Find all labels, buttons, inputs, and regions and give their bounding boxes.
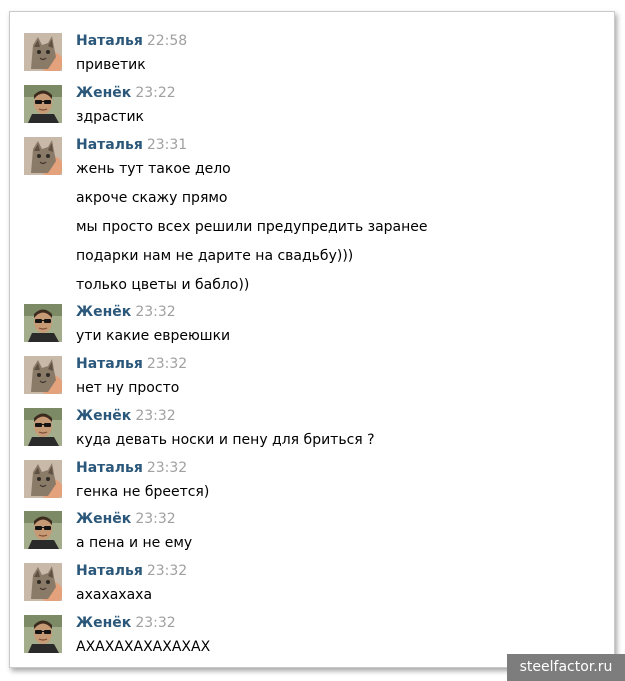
chat-history: Наталья 22:58 приветик Женёк 23:22 здрасти… — [9, 11, 615, 668]
message-text: генка не бреется) — [76, 484, 210, 500]
author-name[interactable]: Наталья — [76, 563, 143, 579]
message-time[interactable]: 23:32 — [135, 511, 175, 527]
watermark: steelfactor.ru — [507, 654, 625, 681]
message-time[interactable]: 23:32 — [147, 356, 187, 372]
message-text: куда девать носки и пену для бриться ? — [76, 432, 375, 448]
message-text: подарки нам не дарите на свадьбу))) — [76, 248, 354, 264]
man-sunglasses-avatar[interactable] — [24, 85, 62, 123]
author-line: Наталья 23:31 — [76, 134, 187, 154]
author-name[interactable]: Женёк — [76, 85, 131, 101]
message-text: здрастик — [76, 109, 144, 125]
message-time[interactable]: 23:32 — [147, 563, 187, 579]
author-line: Женёк 23:32 — [76, 405, 176, 425]
cat-avatar[interactable] — [24, 33, 62, 71]
author-name[interactable]: Женёк — [76, 304, 131, 320]
message-text: жень тут такое дело — [76, 161, 231, 177]
message-time[interactable]: 23:22 — [135, 85, 175, 101]
message-text: только цветы и бабло)) — [76, 277, 250, 293]
message-text: ахахахаха — [76, 587, 153, 603]
author-line: Наталья 23:32 — [76, 353, 187, 373]
man-sunglasses-avatar[interactable] — [24, 304, 62, 342]
message-text: ути какие евреюшки — [76, 328, 231, 344]
author-name[interactable]: Женёк — [76, 408, 131, 424]
message-text: приветик — [76, 57, 146, 73]
author-name[interactable]: Наталья — [76, 356, 143, 372]
author-line: Наталья 22:58 — [76, 30, 187, 50]
message-time[interactable]: 23:31 — [147, 137, 187, 153]
man-sunglasses-avatar[interactable] — [24, 511, 62, 549]
message-time[interactable]: 22:58 — [147, 33, 187, 49]
author-line: Женёк 23:32 — [76, 508, 176, 528]
author-name[interactable]: Женёк — [76, 511, 131, 527]
author-line: Наталья 23:32 — [76, 457, 187, 477]
author-name[interactable]: Наталья — [76, 137, 143, 153]
message-time[interactable]: 23:32 — [147, 460, 187, 476]
author-name[interactable]: Наталья — [76, 460, 143, 476]
message-text: нет ну просто — [76, 380, 180, 396]
message-text: а пена и не ему — [76, 535, 193, 551]
message-text: мы просто всех решили предупредить заран… — [76, 219, 428, 235]
author-line: Наталья 23:32 — [76, 560, 187, 580]
message-text: АХАХАХАХАХАХАХ — [76, 639, 211, 655]
message-time[interactable]: 23:32 — [135, 615, 175, 631]
message-time[interactable]: 23:32 — [135, 304, 175, 320]
man-sunglasses-avatar[interactable] — [24, 615, 62, 653]
author-line: Женёк 23:32 — [76, 612, 176, 632]
author-line: Женёк 23:22 — [76, 82, 176, 102]
author-line: Женёк 23:32 — [76, 301, 176, 321]
author-name[interactable]: Женёк — [76, 615, 131, 631]
cat-avatar[interactable] — [24, 356, 62, 394]
man-sunglasses-avatar[interactable] — [24, 408, 62, 446]
message-text: акроче скажу прямо — [76, 190, 228, 206]
cat-avatar[interactable] — [24, 460, 62, 498]
cat-avatar[interactable] — [24, 563, 62, 601]
message-time[interactable]: 23:32 — [135, 408, 175, 424]
cat-avatar[interactable] — [24, 137, 62, 175]
author-name[interactable]: Наталья — [76, 33, 143, 49]
